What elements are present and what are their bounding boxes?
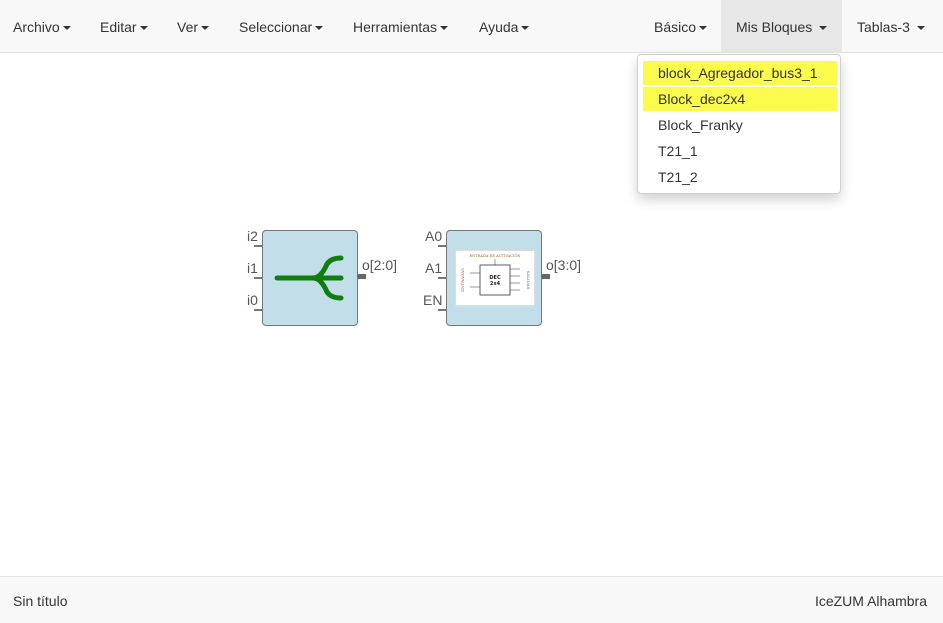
dropdown-item-block-agregador-bus3-1[interactable]: block_Agregador_bus3_1 xyxy=(643,61,837,85)
menu-ayuda-label: Ayuda xyxy=(479,19,519,35)
caret-down-icon xyxy=(440,26,449,31)
menu-seleccionar[interactable]: Seleccionar xyxy=(239,0,324,53)
decoder-left-text: ENTRADAS xyxy=(460,268,465,292)
dropdown-item-block-franky[interactable]: Block_Franky xyxy=(643,113,837,137)
input-port-i2-label: i2 xyxy=(247,228,258,244)
caret-down-icon xyxy=(139,26,148,31)
status-bar: Sin título IceZUM Alhambra xyxy=(0,576,943,623)
output-pin[interactable] xyxy=(358,274,366,279)
dropdown-item-t21-2[interactable]: T21_2 xyxy=(643,165,837,189)
decoder-diagram-icon: ENTRADA DE ACTIVACIÓN DEC 2x4 ENTRADAS S… xyxy=(460,253,531,296)
caret-down-icon xyxy=(521,26,530,31)
menu-basico[interactable]: Básico xyxy=(654,0,708,53)
decoder-center-text-2: 2x4 xyxy=(490,281,501,287)
dropdown-item-t21-1[interactable]: T21_1 xyxy=(643,139,837,163)
input-port-a1-label: A1 xyxy=(425,260,443,276)
menu-editar[interactable]: Editar xyxy=(100,0,148,53)
app-name: IceZUM Alhambra xyxy=(814,593,927,609)
menu-herramientas[interactable]: Herramientas xyxy=(353,0,449,53)
menu-editar-label: Editar xyxy=(100,19,137,35)
project-title: Sin título xyxy=(13,593,68,609)
input-port-i0-label: i0 xyxy=(247,292,258,308)
block-body[interactable] xyxy=(262,230,358,326)
decoder-top-text: ENTRADA DE ACTIVACIÓN xyxy=(469,253,520,258)
menu-herramientas-label: Herramientas xyxy=(353,19,438,35)
menubar: Archivo Editar Ver Seleccionar Herramien… xyxy=(0,0,943,53)
input-pin[interactable] xyxy=(254,277,262,279)
input-port-a0-label: A0 xyxy=(425,228,443,244)
caret-down-icon xyxy=(916,26,925,31)
menu-mis-bloques[interactable]: Mis Bloques xyxy=(721,0,842,53)
caret-down-icon xyxy=(819,26,828,31)
input-pin[interactable] xyxy=(438,309,446,311)
menu-ayuda[interactable]: Ayuda xyxy=(479,0,530,53)
menu-archivo[interactable]: Archivo xyxy=(13,0,71,53)
menu-tablas-3[interactable]: Tablas-3 xyxy=(857,0,925,53)
block-body[interactable]: ENTRADA DE ACTIVACIÓN DEC 2x4 ENTRADAS S… xyxy=(446,230,542,326)
input-pin[interactable] xyxy=(438,277,446,279)
block-bus-aggregator[interactable]: i2 i1 i0 o[2:0] xyxy=(240,225,400,330)
menu-mis-bloques-label: Mis Bloques xyxy=(736,19,813,35)
menu-basico-label: Básico xyxy=(654,19,697,35)
block-dec2x4[interactable]: A0 A1 EN ENTRADA DE ACTIVACIÓN DEC 2x4 E… xyxy=(420,225,590,330)
output-port-label: o[2:0] xyxy=(362,257,398,273)
output-port-label: o[3:0] xyxy=(546,257,582,273)
mis-bloques-dropdown: block_Agregador_bus3_1 Block_dec2x4 Bloc… xyxy=(637,54,841,194)
output-pin[interactable] xyxy=(542,274,550,279)
dropdown-item-block-dec2x4[interactable]: Block_dec2x4 xyxy=(643,87,837,111)
menu-ver[interactable]: Ver xyxy=(177,0,210,53)
input-pin[interactable] xyxy=(254,245,262,247)
menu-tablas-3-label: Tablas-3 xyxy=(857,19,910,35)
menu-archivo-label: Archivo xyxy=(13,19,60,35)
caret-down-icon xyxy=(699,26,708,31)
caret-down-icon xyxy=(315,26,324,31)
input-pin[interactable] xyxy=(438,245,446,247)
caret-down-icon xyxy=(201,26,210,31)
caret-down-icon xyxy=(62,26,71,31)
decoder-right-text: SALIDAS xyxy=(526,271,531,290)
menu-ver-label: Ver xyxy=(177,19,199,35)
decoder-2x4-image: ENTRADA DE ACTIVACIÓN DEC 2x4 ENTRADAS S… xyxy=(455,250,535,306)
input-port-i1-label: i1 xyxy=(247,260,258,276)
bus-join-icon xyxy=(274,255,344,301)
menu-seleccionar-label: Seleccionar xyxy=(239,19,313,35)
input-port-en-label: EN xyxy=(423,292,443,308)
input-pin[interactable] xyxy=(254,309,262,311)
